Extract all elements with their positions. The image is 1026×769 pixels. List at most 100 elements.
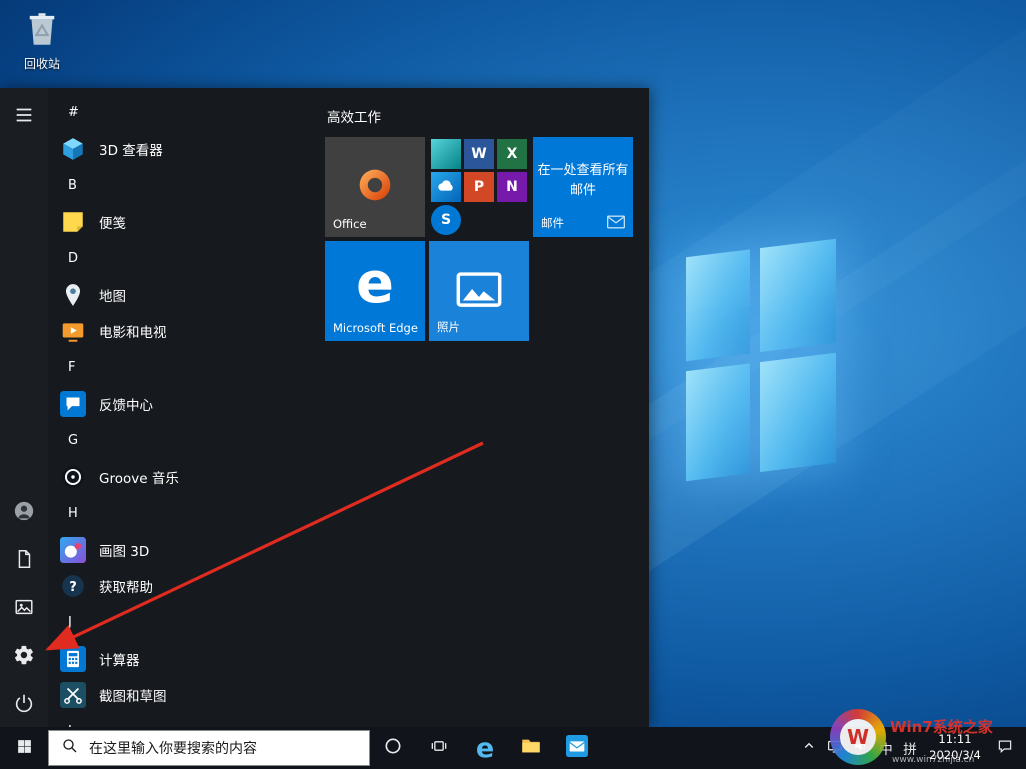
start-app-list: # 3D 查看器 B 便笺 D 地图 电影和电视 F 反馈中心 G Groove…	[50, 88, 320, 727]
app-list-item-feedback-hub[interactable]: 反馈中心	[50, 386, 320, 422]
skype-letter: S	[440, 212, 452, 228]
tile-group-title[interactable]: 高效工作	[327, 106, 381, 126]
app-list-item-sticky-notes[interactable]: 便笺	[50, 204, 320, 240]
windows-wallpaper-logo	[686, 238, 836, 483]
pictures-icon	[13, 596, 35, 622]
app-list-letter-header[interactable]: B	[50, 167, 320, 204]
get-help-icon: ?	[60, 573, 86, 599]
wallpaper-logo-pane	[686, 249, 750, 362]
movies-tv-icon	[60, 318, 86, 344]
user-account-button[interactable]	[0, 489, 48, 537]
start-tiles-pane: 高效工作 Office W X P N S 在一处查看所有邮件 邮件 e Mic…	[325, 88, 649, 727]
app-label: 画图 3D	[99, 544, 150, 560]
app-list-letter-header[interactable]: G	[50, 422, 320, 459]
office-apps-folder-tile[interactable]: W X P N S	[429, 137, 529, 237]
3d-viewer-icon	[60, 136, 86, 162]
sticky-notes-icon	[60, 209, 86, 235]
photos-tile[interactable]: 照片	[429, 241, 529, 341]
settings-button[interactable]	[0, 633, 48, 681]
speaker-icon	[852, 737, 870, 759]
app-label: 反馈中心	[99, 398, 153, 414]
tile-label: Office	[333, 217, 367, 231]
task-view-button[interactable]	[416, 727, 462, 769]
wallpaper-logo-pane	[760, 352, 836, 473]
excel-mini-tile[interactable]: X	[497, 139, 527, 169]
app-label: 地图	[99, 289, 126, 305]
start-button[interactable]	[0, 727, 48, 769]
cortana-button[interactable]	[370, 727, 416, 769]
office-logo-icon	[352, 162, 398, 212]
snip-sketch-icon	[60, 682, 86, 708]
ime-pinyin-indicator[interactable]: 拼	[898, 727, 922, 769]
maps-icon	[60, 282, 86, 308]
mail-tile[interactable]: 在一处查看所有邮件 邮件	[533, 137, 633, 237]
paint-3d-icon	[60, 537, 86, 563]
app-list-letter-header[interactable]: H	[50, 495, 320, 532]
excel-letter: X	[506, 146, 518, 162]
mail-taskbar-button[interactable]	[554, 727, 600, 769]
file-explorer-button[interactable]	[508, 727, 554, 769]
user-avatar-icon	[13, 500, 35, 526]
network-icon	[826, 737, 844, 759]
app-label: 计算器	[99, 653, 140, 669]
app-list-item-groove-music[interactable]: Groove 音乐	[50, 459, 320, 495]
clock-date: 2020/3/4	[929, 748, 981, 762]
edge-taskbar-button[interactable]: e	[462, 727, 508, 769]
app-list-item-paint-3d[interactable]: 画图 3D	[50, 532, 320, 568]
app-label: 电影和电视	[99, 325, 167, 341]
recycle-bin-desktop-icon[interactable]: 回收站	[10, 8, 74, 72]
app-label: Groove 音乐	[99, 471, 179, 487]
edge-logo-icon: e	[356, 251, 394, 316]
app-list-letter-header[interactable]: D	[50, 240, 320, 277]
recycle-bin-label: 回收站	[23, 57, 60, 71]
expand-menu-button[interactable]	[0, 93, 48, 141]
documents-button[interactable]	[0, 537, 48, 585]
app-list-item-3d-viewer[interactable]: 3D 查看器	[50, 131, 320, 167]
powerpoint-letter: P	[473, 179, 485, 195]
chevron-up-icon	[800, 737, 818, 759]
action-center-icon	[996, 737, 1014, 759]
tray-overflow-button[interactable]	[796, 727, 822, 769]
desktop[interactable]: 回收站 # 3D 查看器 B 便笺 D 地图 电影和电视 F 反馈中心 G Gr…	[0, 0, 1026, 769]
envelope-icon	[606, 212, 626, 232]
tile-label: 照片	[437, 320, 460, 334]
onedrive-mini-tile[interactable]	[431, 172, 461, 202]
pictures-button[interactable]	[0, 585, 48, 633]
taskbar-clock[interactable]: 11:11 2020/3/4	[922, 732, 988, 763]
wallpaper-logo-pane	[760, 238, 836, 353]
document-icon	[13, 548, 35, 574]
taskbar-search-input[interactable]: 在这里输入你要搜索的内容	[48, 730, 370, 766]
app-list-letter-header[interactable]: J	[50, 604, 320, 641]
app-list-item-calculator[interactable]: 计算器	[50, 641, 320, 677]
volume-button[interactable]	[848, 727, 874, 769]
todo-mini-tile[interactable]	[431, 139, 461, 169]
office-tile[interactable]: Office	[325, 137, 425, 237]
app-list-item-movies-tv[interactable]: 电影和电视	[50, 313, 320, 349]
app-list-item-get-help[interactable]: ? 获取帮助	[50, 568, 320, 604]
taskbar-pinned-icons: e	[370, 727, 600, 769]
start-menu-rail	[0, 88, 48, 727]
edge-tile[interactable]: e Microsoft Edge	[325, 241, 425, 341]
power-button[interactable]	[0, 681, 48, 727]
taskbar: 在这里输入你要搜索的内容 e 中 拼 11:11 2020/3/4	[0, 727, 1026, 769]
app-list-item-snip-sketch[interactable]: 截图和草图	[50, 677, 320, 713]
onenote-mini-tile[interactable]: N	[497, 172, 527, 202]
photos-icon	[456, 266, 502, 316]
power-icon	[13, 692, 35, 718]
app-label: 截图和草图	[99, 689, 167, 705]
app-list-letter-header[interactable]: F	[50, 349, 320, 386]
svg-text:?: ?	[69, 580, 77, 595]
start-menu: # 3D 查看器 B 便笺 D 地图 电影和电视 F 反馈中心 G Groove…	[0, 88, 649, 727]
skype-mini-tile[interactable]: S	[431, 205, 461, 235]
app-list-letter-header[interactable]: L	[50, 713, 320, 727]
powerpoint-mini-tile[interactable]: P	[464, 172, 494, 202]
ime-pinyin-text: 拼	[903, 742, 917, 758]
ime-mode-indicator[interactable]: 中	[874, 727, 898, 769]
app-list-item-maps[interactable]: 地图	[50, 277, 320, 313]
app-list-letter-header[interactable]: #	[50, 94, 320, 131]
network-button[interactable]	[822, 727, 848, 769]
tile-label: Microsoft Edge	[333, 321, 418, 335]
word-mini-tile[interactable]: W	[464, 139, 494, 169]
feedback-hub-icon	[60, 391, 86, 417]
action-center-button[interactable]	[988, 727, 1022, 769]
